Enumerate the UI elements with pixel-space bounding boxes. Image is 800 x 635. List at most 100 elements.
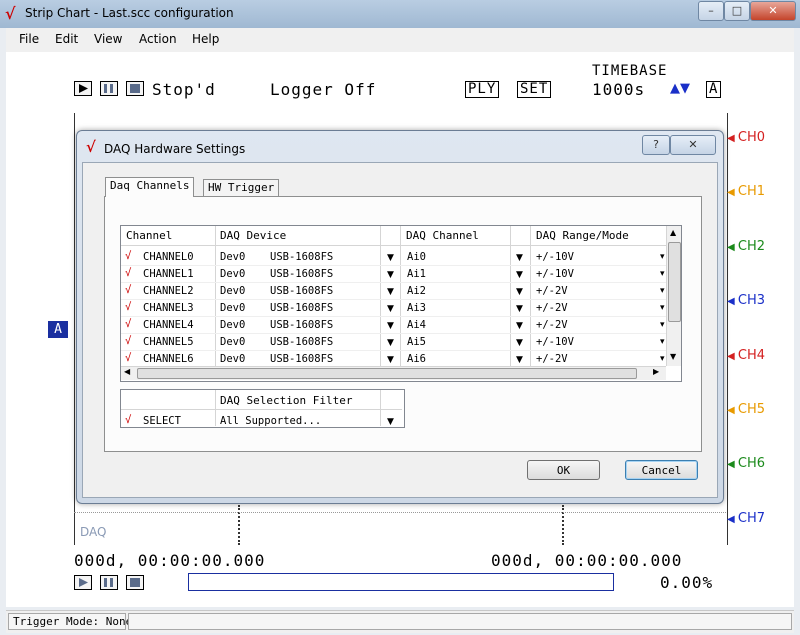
timebase-stepper[interactable]: ▲▼ [670,81,690,96]
menu-view[interactable]: View [94,32,122,46]
device-select[interactable]: Dev0 [220,268,245,280]
auto-scale-button[interactable]: A [706,81,722,98]
daq-channel-select[interactable]: Ai5 [407,336,426,348]
pause-button[interactable] [100,81,118,96]
daq-channel-select[interactable]: Ai0 [407,251,426,263]
playback-play-button[interactable] [74,575,92,590]
channel-label-text: CH3 [737,293,765,309]
daq-channel-select[interactable]: Ai2 [407,285,426,297]
column-header-device[interactable]: DAQ Device [220,229,286,242]
dropdown-arrow-icon[interactable]: ▾ [660,286,665,296]
play-icon [79,84,88,93]
channel-label-ch3[interactable]: ◀ CH3 [727,293,765,308]
column-header-range[interactable]: DAQ Range/Mode [536,229,629,242]
close-button[interactable]: ✕ [750,1,796,21]
dialog-help-button[interactable]: ? [642,135,670,155]
dropdown-arrow-icon[interactable]: ▼ [387,304,394,314]
scroll-left-icon[interactable]: ◀ [124,367,130,376]
dropdown-arrow-icon[interactable]: ▼ [387,270,394,280]
channel-label-ch6[interactable]: ◀ CH6 [727,456,765,471]
grid-horizontal-scrollbar[interactable]: ◀ ▶ [121,366,666,380]
ply-button[interactable]: PLY [465,81,500,98]
dropdown-arrow-icon[interactable]: ▼ [516,338,523,348]
dropdown-arrow-icon[interactable]: ▼ [387,321,394,331]
device-select[interactable]: Dev0 [220,319,245,331]
marker-a[interactable]: A [48,321,68,338]
menu-action[interactable]: Action [139,32,177,46]
playback-progress-bar[interactable] [188,573,614,591]
channel-label-ch0[interactable]: ◀ CH0 [727,130,765,145]
status-bar: Trigger Mode: None [6,610,794,633]
dropdown-arrow-icon[interactable]: ▾ [660,337,665,347]
column-header-daq-channel[interactable]: DAQ Channel [406,229,479,242]
playback-pause-button[interactable] [100,575,118,590]
cancel-button[interactable]: Cancel [625,460,698,480]
horizontal-scroll-thumb[interactable] [137,368,637,379]
dropdown-arrow-icon[interactable]: ▼ [516,304,523,314]
range-select[interactable]: +/-10V [536,336,574,348]
device-select[interactable]: Dev0 [220,353,245,365]
dropdown-arrow-icon[interactable]: ▼ [387,253,394,263]
daq-channel-select[interactable]: Ai6 [407,353,426,365]
column-header-channel[interactable]: Channel [126,229,172,242]
dropdown-arrow-icon[interactable]: ▾ [660,303,665,313]
channel-label-text: CH1 [737,184,765,200]
channel-label-ch2[interactable]: ◀ CH2 [727,239,765,254]
dialog-close-button[interactable]: ✕ [670,135,716,155]
filter-select[interactable]: All Supported... [220,415,321,427]
device-model: USB-1608FS [270,268,334,280]
scroll-down-icon[interactable]: ▼ [670,352,676,361]
dropdown-arrow-icon[interactable]: ▼ [516,321,523,331]
range-select[interactable]: +/-10V [536,268,574,280]
scroll-right-icon[interactable]: ▶ [653,367,659,376]
dropdown-arrow-icon[interactable]: ▼ [387,338,394,348]
channel-label-ch4[interactable]: ◀ CH4 [727,348,765,363]
dropdown-arrow-icon[interactable]: ▼ [516,287,523,297]
menu-help[interactable]: Help [192,32,219,46]
stop-button[interactable] [126,81,144,96]
device-select[interactable]: Dev0 [220,336,245,348]
range-select[interactable]: +/-2V [536,319,568,331]
ok-button[interactable]: OK [527,460,600,480]
scroll-up-icon[interactable]: ▲ [670,228,676,237]
set-button[interactable]: SET [517,81,552,98]
daq-channel-select[interactable]: Ai4 [407,319,426,331]
daq-channel-select[interactable]: Ai1 [407,268,426,280]
device-select[interactable]: Dev0 [220,251,245,263]
channel-label-ch5[interactable]: ◀ CH5 [727,402,765,417]
filter-row-label: SELECT [143,415,181,427]
range-select[interactable]: +/-10V [536,251,574,263]
tab-hw-trigger[interactable]: HW Trigger [203,179,280,196]
daq-channel-select[interactable]: Ai3 [407,302,426,314]
dropdown-arrow-icon[interactable]: ▾ [660,354,665,364]
cursor-line-right[interactable] [562,505,564,545]
range-select[interactable]: +/-2V [536,302,568,314]
device-select[interactable]: Dev0 [220,285,245,297]
dropdown-arrow-icon[interactable]: ▼ [516,253,523,263]
range-select[interactable]: +/-2V [536,285,568,297]
channel-label-ch7[interactable]: ◀ CH7 [727,511,765,526]
playback-stop-button[interactable] [126,575,144,590]
maximize-button[interactable]: □ [724,1,750,21]
dropdown-arrow-icon[interactable]: ▼ [516,270,523,280]
dropdown-arrow-icon[interactable]: ▾ [660,269,665,279]
dropdown-arrow-icon[interactable]: ▼ [387,417,394,427]
menu-edit[interactable]: Edit [55,32,78,46]
minimize-button[interactable]: – [698,1,724,21]
dropdown-arrow-icon[interactable]: ▾ [660,320,665,330]
range-select[interactable]: +/-2V [536,353,568,365]
channel-label-ch1[interactable]: ◀ CH1 [727,184,765,199]
cursor-line-left[interactable] [238,505,240,545]
row-logo-icon: √ [125,318,132,330]
tab-daq-channels[interactable]: Daq Channels [105,177,195,197]
dropdown-arrow-icon[interactable]: ▼ [387,287,394,297]
dropdown-arrow-icon[interactable]: ▼ [387,355,394,365]
pause-icon [104,578,113,587]
dropdown-arrow-icon[interactable]: ▾ [660,252,665,262]
play-button[interactable] [74,81,92,96]
dropdown-arrow-icon[interactable]: ▼ [516,355,523,365]
menu-file[interactable]: File [19,32,39,46]
grid-vertical-scrollbar[interactable]: ▲ ▼ [666,226,681,366]
device-select[interactable]: Dev0 [220,302,245,314]
vertical-scroll-thumb[interactable] [668,242,681,322]
